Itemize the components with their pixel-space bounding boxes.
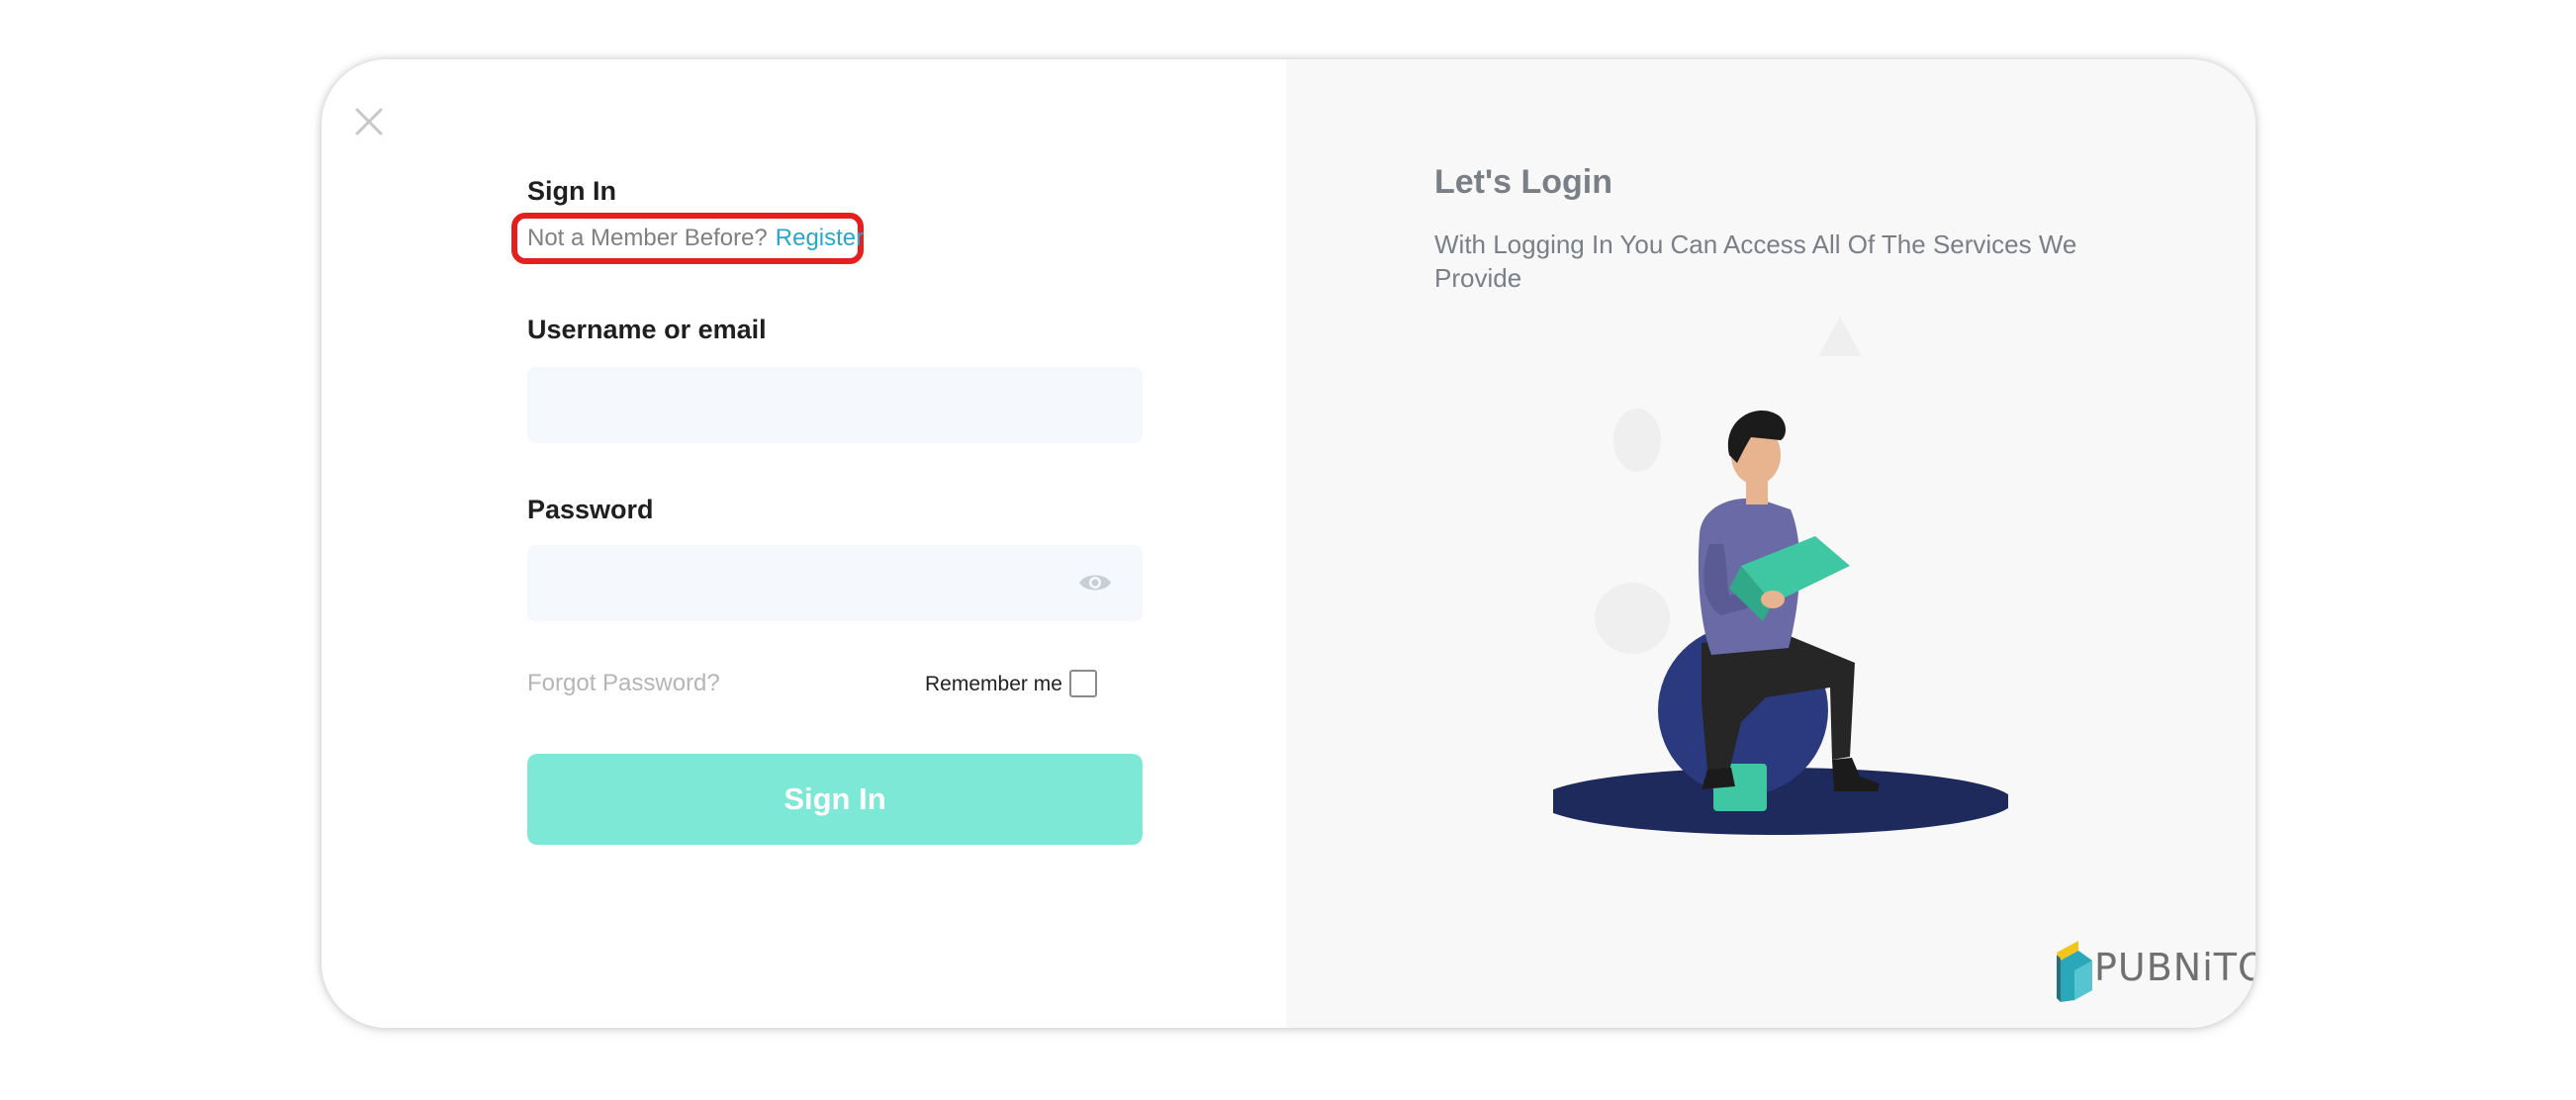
login-modal: Sign In Not a Member Before? Register Use… bbox=[322, 59, 2255, 1028]
eye-icon[interactable] bbox=[1078, 571, 1112, 595]
forgot-password-link[interactable]: Forgot Password? bbox=[527, 670, 720, 697]
password-label: Password bbox=[527, 495, 654, 524]
remember-me-label: Remember me bbox=[925, 673, 1062, 695]
remember-me-checkbox[interactable] bbox=[1069, 670, 1097, 697]
member-prompt-text: Not a Member Before? bbox=[527, 225, 768, 251]
pubnito-logo: PUBNiTO bbox=[2053, 935, 2255, 1004]
signin-button[interactable]: Sign In bbox=[527, 754, 1143, 845]
password-input[interactable] bbox=[527, 545, 1143, 621]
username-label: Username or email bbox=[527, 315, 767, 344]
member-prompt-row: Not a Member Before? Register bbox=[527, 225, 864, 252]
register-link[interactable]: Register bbox=[776, 225, 864, 251]
username-input[interactable] bbox=[527, 367, 1143, 443]
welcome-panel: Let's Login With Logging In You Can Acce… bbox=[1286, 59, 2255, 1028]
reading-person-illustration bbox=[1553, 317, 2008, 835]
login-form-panel: Sign In Not a Member Before? Register Use… bbox=[322, 59, 1286, 1028]
signin-heading: Sign In bbox=[527, 176, 616, 206]
pubnito-logo-icon bbox=[2057, 941, 2092, 1002]
welcome-description: With Logging In You Can Access All Of Th… bbox=[1434, 229, 2077, 293]
pubnito-logo-text: PUBNiTO bbox=[2094, 946, 2255, 989]
welcome-title: Let's Login bbox=[1434, 163, 1612, 201]
close-icon[interactable] bbox=[351, 104, 387, 139]
